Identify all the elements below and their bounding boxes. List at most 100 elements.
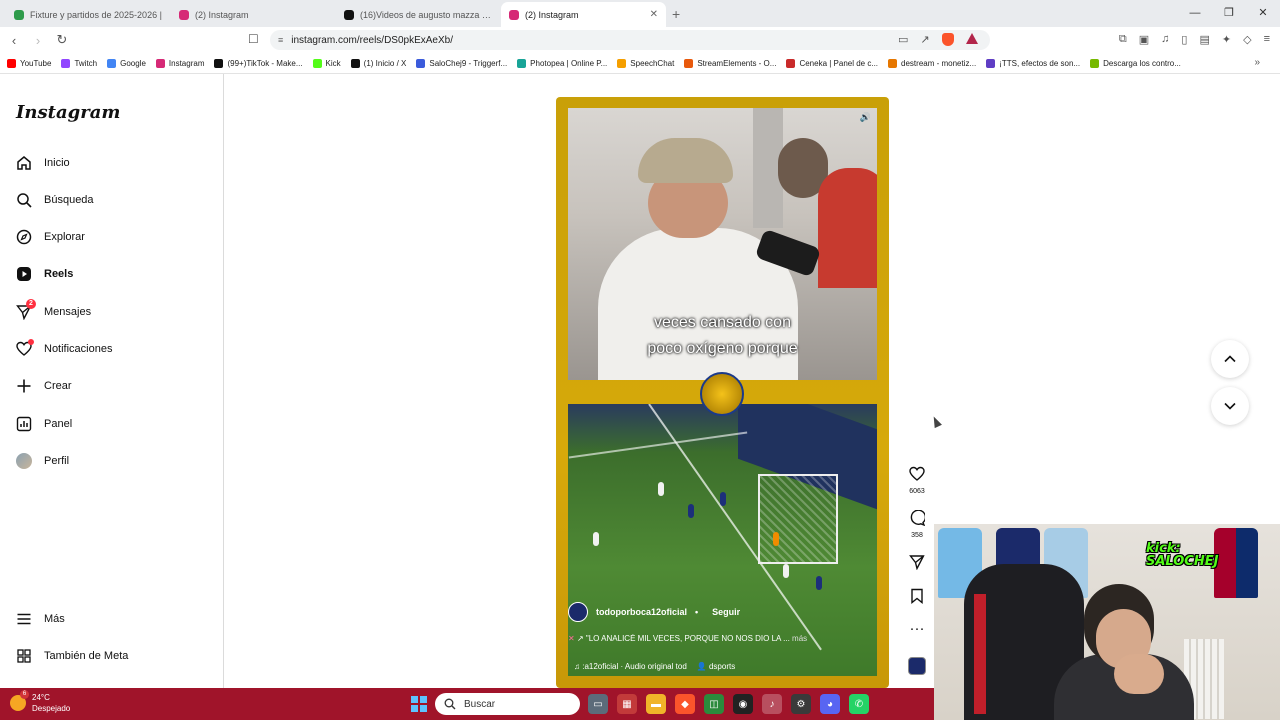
- bookmark-x[interactable]: (1) Inicio / X: [350, 58, 406, 68]
- task-view-icon[interactable]: ▭: [588, 694, 608, 714]
- bookmark-kick[interactable]: Kick: [312, 58, 341, 68]
- green-app-icon[interactable]: ◫: [704, 694, 724, 714]
- install-app-icon[interactable]: ▭: [898, 33, 908, 46]
- bookmark-icon: [911, 588, 923, 604]
- bookmark-speechchat[interactable]: SpeechChat: [617, 58, 674, 68]
- follow-button[interactable]: Seguir: [712, 607, 740, 617]
- comment-count: 358: [911, 532, 923, 539]
- bookmark-destream[interactable]: destream - monetiz...: [888, 58, 976, 68]
- reload-button[interactable]: ↻: [52, 32, 72, 48]
- author-username[interactable]: todoporboca12oficial: [596, 607, 687, 617]
- brave-icon[interactable]: ◆: [675, 694, 695, 714]
- tiktok-app-icon[interactable]: ♪: [762, 694, 782, 714]
- new-tab-button[interactable]: +: [672, 2, 680, 27]
- sidebar-item-crear[interactable]: Crear: [16, 375, 72, 397]
- bookmark-icon[interactable]: ☐: [248, 32, 259, 46]
- browser-tab-fixture[interactable]: Fixture y partidos de 2025-2026 |: [6, 2, 171, 27]
- file-explorer-icon[interactable]: ▬: [646, 694, 666, 714]
- share-button[interactable]: [902, 554, 932, 575]
- caption-more-link[interactable]: más: [792, 634, 807, 643]
- bookmark-instagram[interactable]: Instagram: [155, 58, 204, 68]
- taskbar-search[interactable]: Buscar: [435, 693, 580, 715]
- bookmark-triggerfyre[interactable]: SaloChej9 - Triggerf...: [416, 58, 507, 68]
- comment-button[interactable]: 358: [902, 509, 932, 539]
- browser-tab-instagram[interactable]: (2) Instagram: [171, 2, 336, 27]
- bookmark-streamelements[interactable]: StreamElements - O...: [684, 58, 776, 68]
- brave-shields-icon[interactable]: [941, 33, 954, 46]
- send-icon: [909, 555, 925, 571]
- like-button[interactable]: 6063: [902, 466, 932, 495]
- sidebar-icon[interactable]: ▯: [1181, 33, 1187, 46]
- weather-widget[interactable]: 6 24°C Despejado: [10, 690, 70, 714]
- extensions-icon[interactable]: ⧉: [1119, 33, 1127, 46]
- google-icon: [107, 58, 117, 68]
- author-avatar[interactable]: [568, 602, 588, 622]
- bookmark-photopea[interactable]: Photopea | Online P...: [517, 58, 607, 68]
- mouse-cursor: [930, 414, 942, 429]
- reel-video[interactable]: 🔊 veces cansado con poco oxígeno porque …: [556, 97, 889, 688]
- instagram-sidebar: Instagram Inicio Búsqueda Explorar Reels…: [0, 74, 224, 688]
- vpn-icon[interactable]: ◇: [1243, 33, 1251, 46]
- tagged-user[interactable]: 👤 dsports: [697, 662, 735, 671]
- next-reel-button[interactable]: [1211, 387, 1249, 425]
- sidebar-item-mensajes[interactable]: 2 Mensajes: [16, 299, 91, 323]
- more-options-button[interactable]: ···: [902, 620, 932, 638]
- sidebar-item-panel[interactable]: Panel: [16, 413, 72, 435]
- close-window-button[interactable]: ✕: [1246, 0, 1280, 27]
- bookmark-ceneka[interactable]: Ceneka | Panel de c...: [786, 58, 878, 68]
- sidebar-item-notificaciones[interactable]: Notificaciones: [16, 338, 112, 360]
- minimize-button[interactable]: —: [1178, 0, 1212, 27]
- wallet-icon[interactable]: ▤: [1199, 33, 1209, 46]
- settings-icon[interactable]: ⚙: [791, 694, 811, 714]
- whatsapp-icon[interactable]: ✆: [849, 694, 869, 714]
- sidebar-item-explorar[interactable]: Explorar: [16, 226, 85, 248]
- sidebar-item-inicio[interactable]: Inicio: [16, 152, 70, 174]
- discord-icon[interactable]: ◕: [820, 694, 840, 714]
- ellipsis-icon: ···: [909, 620, 925, 637]
- start-button[interactable]: [411, 696, 427, 712]
- bookmark-tiktok[interactable]: (99+)TikTok - Make...: [214, 58, 303, 68]
- back-button[interactable]: ‹: [4, 33, 24, 48]
- previous-reel-button[interactable]: [1211, 340, 1249, 378]
- audio-track[interactable]: ♫ :a12oficial · Audio original tod: [574, 662, 687, 671]
- media-icon[interactable]: ♫: [1161, 33, 1169, 46]
- bookmark-twitch[interactable]: Twitch: [61, 58, 97, 68]
- forward-button[interactable]: ›: [28, 33, 48, 48]
- instagram-logo[interactable]: Instagram: [16, 102, 120, 123]
- url-bar[interactable]: ≡ instagram.com/reels/DS0pkExAeXb/: [270, 30, 990, 50]
- kick-username: SALOCHEJ: [1146, 554, 1219, 569]
- reel-caption[interactable]: ✕ ↗ "LO ANALICÉ MIL VECES, PORQUE NO NOS…: [568, 634, 877, 643]
- share-icon[interactable]: ↗: [920, 33, 929, 46]
- tab-title: (16)Videos de augusto mazza (@aug: [360, 9, 493, 20]
- browser-tab-tiktok[interactable]: (16)Videos de augusto mazza (@aug: [336, 2, 501, 27]
- sidebar-item-perfil[interactable]: Perfil: [16, 450, 69, 472]
- volume-icon[interactable]: 🔊: [860, 112, 871, 123]
- sidebar-item-mas[interactable]: Más: [16, 608, 65, 630]
- browser-tab-active[interactable]: (2) Instagram ✕: [501, 2, 666, 27]
- sidebar-item-busqueda[interactable]: Búsqueda: [16, 189, 94, 211]
- profile-icon-wrap: [16, 453, 32, 469]
- notification-dot: [28, 339, 34, 345]
- menu-icon[interactable]: ≡: [1264, 33, 1270, 46]
- search-placeholder: Buscar: [464, 698, 496, 710]
- bookmark-tts[interactable]: ¡TTS, efectos de son...: [986, 58, 1080, 68]
- brave-rewards-icon[interactable]: [965, 33, 978, 44]
- obs-icon[interactable]: ◉: [733, 694, 753, 714]
- tab-favicon-icon: [14, 9, 24, 20]
- site-settings-icon[interactable]: ≡: [278, 35, 283, 45]
- sidebar-item-meta[interactable]: También de Meta: [16, 645, 128, 667]
- bookmark-youtube[interactable]: YouTube: [7, 58, 51, 68]
- sidebar-item-reels[interactable]: Reels: [16, 263, 73, 285]
- screenshot-icon[interactable]: ▣: [1139, 33, 1149, 46]
- close-tab-icon[interactable]: ✕: [650, 9, 658, 20]
- bookmark-nvidia[interactable]: Descarga los contro...: [1090, 58, 1181, 68]
- bookmark-google[interactable]: Google: [107, 58, 146, 68]
- sidebar-item-label: Búsqueda: [44, 194, 94, 206]
- search-icon: [16, 192, 32, 208]
- leo-ai-icon[interactable]: ✦: [1222, 33, 1231, 46]
- bookmarks-overflow-icon[interactable]: »: [1254, 57, 1260, 68]
- restore-button[interactable]: ❐: [1212, 0, 1246, 27]
- store-icon[interactable]: ▦: [617, 694, 637, 714]
- audio-avatar[interactable]: [908, 657, 926, 675]
- save-button[interactable]: [902, 588, 932, 609]
